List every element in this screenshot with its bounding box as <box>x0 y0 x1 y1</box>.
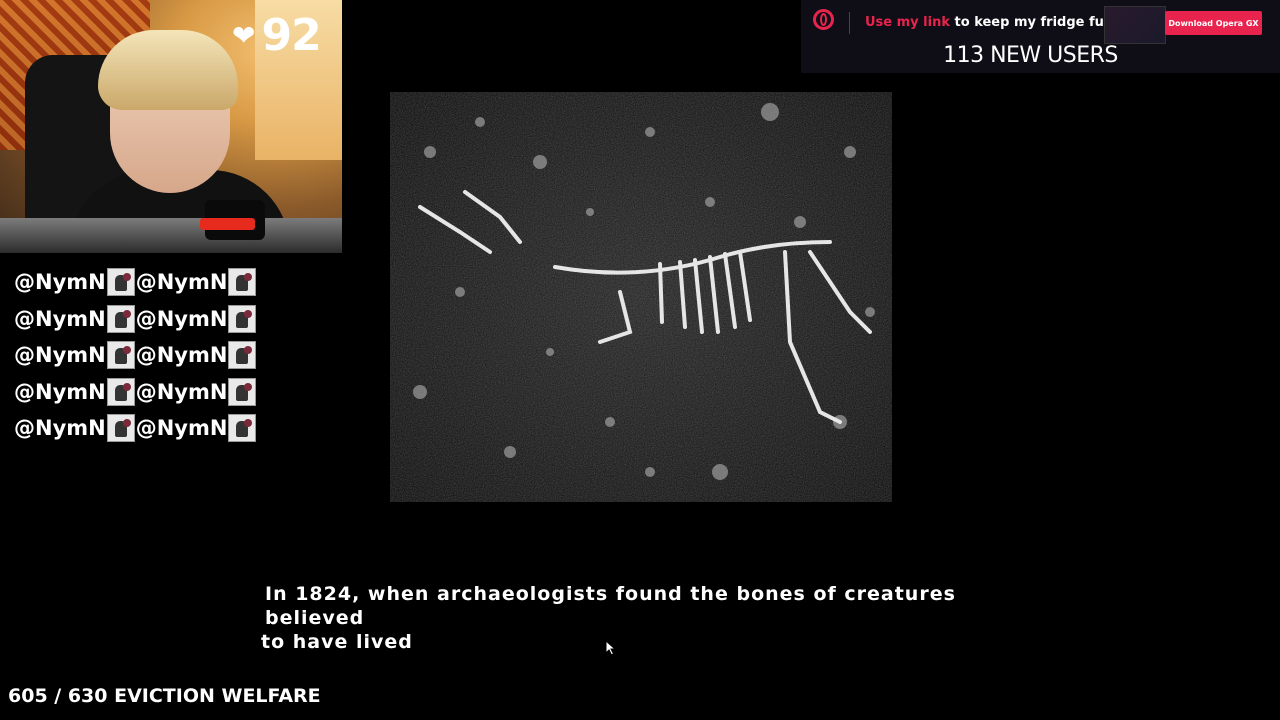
emote-icon <box>228 268 257 297</box>
chat-mention: @NymN <box>14 343 106 368</box>
banner-divider <box>849 12 850 34</box>
chat-row: @NymN @NymN <box>14 374 257 411</box>
emote-icon <box>228 304 257 333</box>
chat-row: @NymN @NymN <box>14 301 257 338</box>
chat-mention: @NymN <box>135 270 228 295</box>
chat-mention: @NymN <box>14 416 106 441</box>
mouse-cursor-icon <box>605 640 617 656</box>
chat-row: @NymN @NymN <box>14 264 257 301</box>
webcam-streamer-hair <box>98 30 238 110</box>
subtitle-line: to have lived <box>261 631 413 653</box>
emote-icon <box>106 304 135 333</box>
emote-icon <box>228 377 257 406</box>
emote-icon <box>106 268 135 297</box>
webcam-desk <box>0 218 342 253</box>
new-users-count: 113 NEW USERS <box>943 43 1118 68</box>
chat-mention: @NymN <box>14 306 106 331</box>
emote-icon <box>228 414 257 443</box>
sponsor-link[interactable]: Use my link <box>865 15 950 30</box>
banner-message: Use my link to keep my fridge full <box>865 15 1113 30</box>
webcam-feed: ❤ 92 <box>0 0 342 253</box>
chat-row: @NymN @NymN <box>14 410 257 447</box>
subtitle-line: In 1824, when archaeologists found the b… <box>265 583 956 629</box>
chat-row: @NymN @NymN <box>14 337 257 374</box>
microphone-light <box>200 218 255 230</box>
heart-count-value: 92 <box>261 10 321 61</box>
chat-mention: @NymN <box>14 379 106 404</box>
video-subtitle: In 1824, when archaeologists found the b… <box>261 582 1051 654</box>
chat-mention: @NymN <box>135 416 228 441</box>
chat-mention: @NymN <box>14 270 106 295</box>
donation-goal: 605 / 630 EVICTION WELFARE <box>8 685 321 707</box>
emote-icon <box>106 414 135 443</box>
chat-mention: @NymN <box>135 306 228 331</box>
emote-icon <box>106 377 135 406</box>
chat-mention: @NymN <box>135 343 228 368</box>
heart-icon: ❤ <box>232 19 256 52</box>
download-opera-button[interactable]: Download Opera GX <box>1165 11 1262 35</box>
heart-counter: ❤ 92 <box>232 10 322 61</box>
chat-mention: @NymN <box>135 379 228 404</box>
sponsor-banner: Use my link to keep my fridge full Downl… <box>801 0 1280 73</box>
browser-thumbnail <box>1104 6 1166 44</box>
emote-icon <box>228 341 257 370</box>
emote-icon <box>106 341 135 370</box>
banner-message-rest: to keep my fridge full <box>950 15 1113 30</box>
opera-logo-icon <box>813 9 834 30</box>
chat-mentions-list: @NymN @NymN @NymN @NymN @NymN @NymN @Nym… <box>14 264 257 447</box>
fossil-skeleton-image <box>390 92 892 502</box>
